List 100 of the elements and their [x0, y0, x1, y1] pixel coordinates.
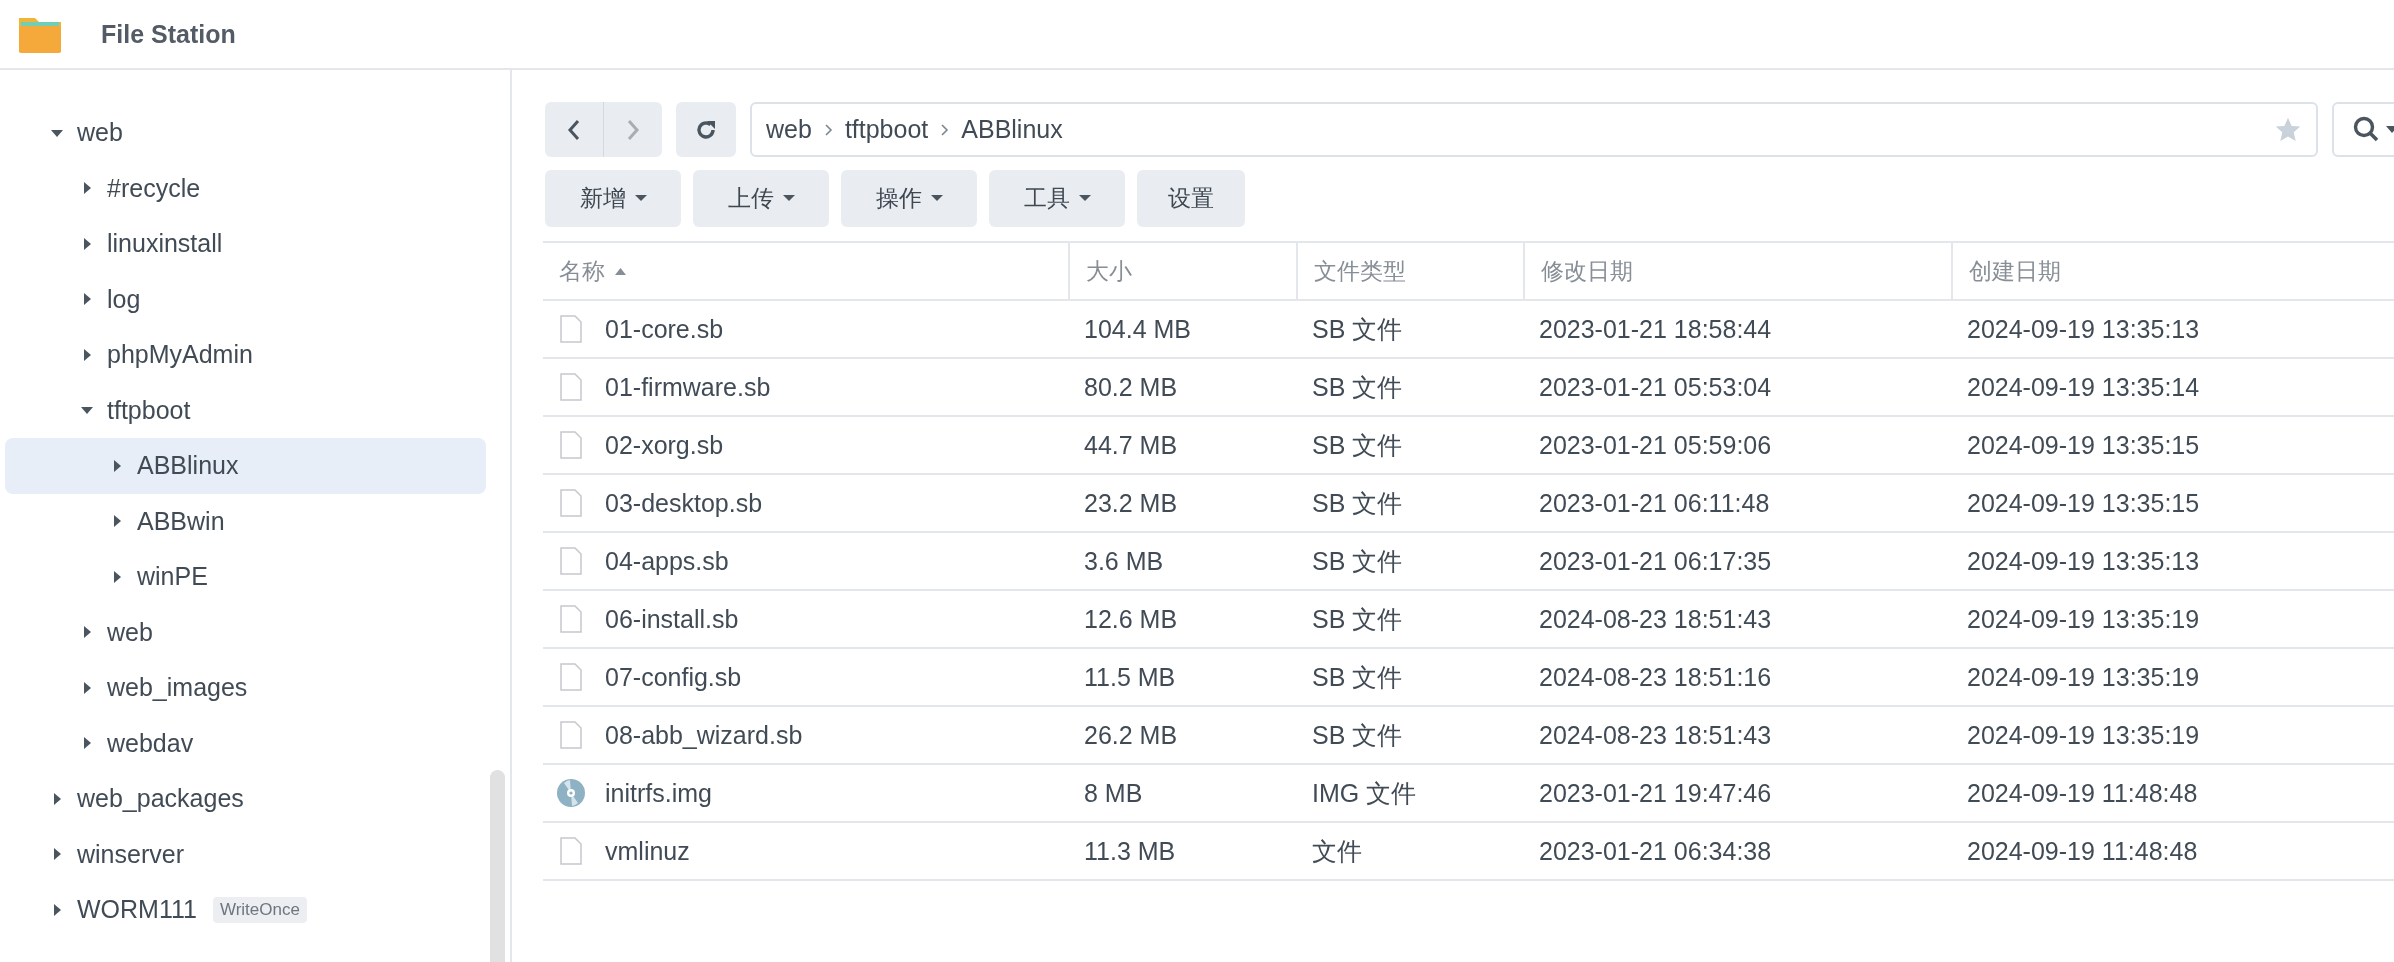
document-icon	[560, 605, 582, 633]
breadcrumb[interactable]: ABBlinux	[961, 115, 1063, 144]
folder-name: web_images	[107, 673, 248, 703]
tree-item[interactable]: winPE	[5, 549, 486, 605]
table-cell: 12.6 MB	[1084, 604, 1178, 633]
folder-name: tftpboot	[107, 395, 191, 425]
caret-down-icon	[2386, 125, 2394, 134]
tree-item[interactable]: winserver	[5, 826, 486, 882]
caret-down-icon	[634, 195, 647, 202]
tree-item[interactable]: webdav	[5, 715, 486, 771]
tree-item[interactable]: #recycle	[5, 160, 486, 216]
tree-item[interactable]: phpMyAdmin	[5, 327, 486, 383]
toolbar-button[interactable]: 设置	[1137, 170, 1245, 227]
tree-item[interactable]: log	[5, 271, 486, 327]
table-cell: 11.3 MB	[1084, 836, 1176, 865]
caret-right-icon[interactable]	[111, 459, 123, 472]
chevron-right-icon	[626, 118, 640, 141]
table-cell: 2023-01-21 05:59:06	[1539, 430, 1772, 459]
table-cell: SB 文件	[1312, 662, 1403, 691]
folder-name: log	[107, 284, 141, 314]
table-cell: 文件	[1312, 836, 1362, 865]
file-name[interactable]: 07-config.sb	[605, 662, 742, 692]
document-icon	[560, 373, 582, 401]
table-cell: SB 文件	[1312, 488, 1403, 517]
table-cell: SB 文件	[1312, 604, 1403, 633]
folder-name: web	[107, 617, 153, 647]
table-cell: 2023-01-21 05:53:04	[1539, 372, 1772, 401]
document-icon	[560, 663, 582, 691]
table-cell: 2024-09-19 11:48:48	[1967, 836, 2198, 865]
toolbar-button[interactable]: 上传	[693, 170, 829, 227]
caret-right-icon[interactable]	[81, 681, 93, 694]
tree-item[interactable]: WORM111 WriteOnce	[5, 882, 486, 938]
caret-right-icon[interactable]	[81, 237, 93, 250]
table-cell: 8 MB	[1084, 778, 1143, 807]
file-name[interactable]: 01-core.sb	[605, 314, 724, 344]
folder-name: web	[77, 118, 123, 148]
file-name[interactable]: 04-apps.sb	[605, 546, 729, 576]
caret-right-icon[interactable]	[51, 848, 63, 861]
table-cell: 2023-01-21 06:17:35	[1539, 546, 1772, 575]
breadcrumb[interactable]: web	[766, 115, 812, 144]
caret-down-icon	[930, 195, 943, 202]
tree-item[interactable]: web	[5, 604, 486, 660]
tree-item[interactable]: ABBwin	[5, 493, 486, 549]
tree-item[interactable]: web_images	[5, 660, 486, 716]
file-name[interactable]: initrfs.img	[605, 778, 712, 808]
table-cell: 23.2 MB	[1084, 488, 1178, 517]
document-icon	[560, 431, 582, 459]
table-cell: 2024-09-19 11:48:48	[1967, 778, 2198, 807]
table-cell: 2024-09-19 13:35:19	[1967, 662, 2200, 691]
document-icon	[560, 315, 582, 343]
file-name[interactable]: 01-firmware.sb	[605, 372, 771, 402]
file-name[interactable]: 03-desktop.sb	[605, 488, 763, 518]
path-field[interactable]: web tftpboot ABBlinux	[750, 102, 2318, 157]
caret-right-icon[interactable]	[81, 182, 93, 195]
caret-right-icon[interactable]	[111, 570, 123, 583]
folder-name: #recycle	[107, 173, 201, 203]
tree-item[interactable]: ABBlinux	[5, 438, 486, 494]
file-name[interactable]: vmlinuz	[605, 836, 690, 866]
table-cell: IMG 文件	[1312, 778, 1417, 807]
caret-right-icon[interactable]	[51, 903, 63, 916]
folder-name: webdav	[107, 728, 194, 758]
breadcrumb[interactable]: tftpboot	[844, 115, 929, 144]
table-cell: SB 文件	[1312, 430, 1403, 459]
table-cell: 2024-09-19 13:35:15	[1967, 430, 2200, 459]
tree-item[interactable]: tftpboot	[5, 382, 486, 438]
file-name[interactable]: 02-xorg.sb	[605, 430, 724, 460]
caret-right-icon[interactable]	[51, 792, 63, 805]
folder-name: WORM111	[77, 895, 197, 925]
tree-item[interactable]: web_packages	[5, 771, 486, 827]
file-name[interactable]: 06-install.sb	[605, 604, 739, 634]
table-cell: 2024-09-19 13:35:19	[1967, 604, 2200, 633]
chevron-right-icon	[940, 122, 950, 137]
table-cell: 2023-01-21 19:47:46	[1539, 778, 1772, 807]
refresh-button[interactable]	[676, 102, 736, 157]
table-cell: 2024-09-19 13:35:13	[1967, 546, 2200, 575]
folder-name: ABBwin	[137, 506, 225, 536]
table-cell: SB 文件	[1312, 314, 1403, 343]
toolbar-button[interactable]: 工具	[989, 170, 1125, 227]
toolbar-button[interactable]: 新增	[545, 170, 681, 227]
file-name[interactable]: 08-abb_wizard.sb	[605, 720, 803, 750]
folder-name: winserver	[77, 839, 184, 869]
caret-right-icon[interactable]	[111, 515, 123, 528]
folder-name: phpMyAdmin	[107, 340, 253, 370]
chevron-left-icon	[567, 118, 581, 141]
caret-right-icon[interactable]	[81, 293, 93, 306]
caret-right-icon[interactable]	[81, 737, 93, 750]
table-cell: 11.5 MB	[1084, 662, 1176, 691]
sort-up-icon	[615, 267, 626, 275]
tree-item[interactable]: web	[5, 105, 486, 161]
caret-right-icon[interactable]	[81, 626, 93, 639]
caret-right-icon[interactable]	[81, 348, 93, 361]
table-cell: 26.2 MB	[1084, 720, 1178, 749]
table-cell: SB 文件	[1312, 720, 1403, 749]
table-cell: 104.4 MB	[1084, 314, 1191, 343]
toolbar-button[interactable]: 操作	[841, 170, 977, 227]
table-cell: 44.7 MB	[1084, 430, 1178, 459]
table-cell: 2023-01-21 18:58:44	[1539, 314, 1772, 343]
tree-item[interactable]: linuxinstall	[5, 216, 486, 272]
table-cell: SB 文件	[1312, 372, 1403, 401]
table-cell: 2024-09-19 13:35:15	[1967, 488, 2200, 517]
